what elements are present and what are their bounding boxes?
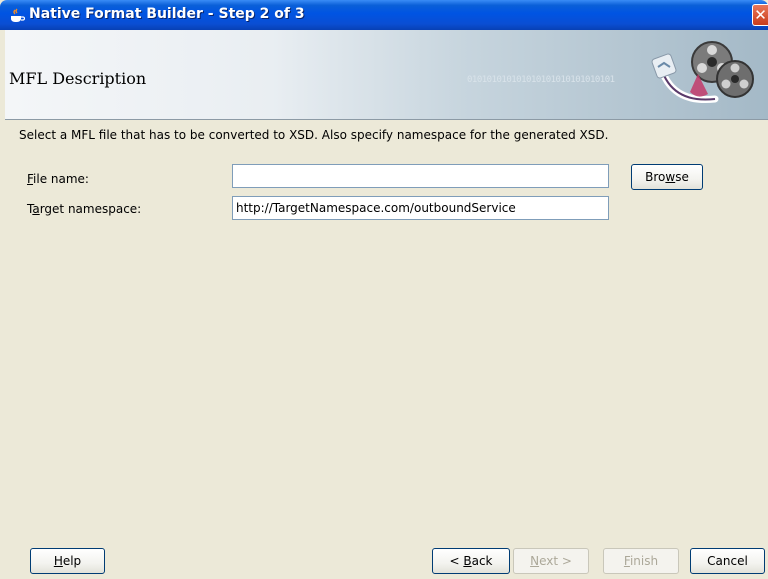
content-panel: Select a MFL file that has to be convert… (5, 120, 768, 540)
film-reel-icon (651, 41, 754, 104)
header-banner: 010101010101010101010101010101 MFL Descr… (5, 30, 768, 120)
cancel-button[interactable]: Cancel (690, 548, 765, 574)
finish-button[interactable]: Finish (603, 548, 679, 574)
title-bar[interactable]: Native Format Builder - Step 2 of 3 ✕ (0, 0, 768, 30)
back-button[interactable]: < Back (432, 548, 510, 574)
file-name-input[interactable] (232, 164, 609, 188)
binary-pattern: 010101010101010101010101010101 (467, 75, 615, 85)
target-namespace-label: Target namespace: (27, 202, 142, 216)
next-button[interactable]: Next > (513, 548, 589, 574)
native-format-builder-dialog: Native Format Builder - Step 2 of 3 ✕ 01… (0, 0, 768, 579)
close-icon[interactable]: ✕ (752, 4, 768, 26)
file-name-label: File name: (27, 172, 89, 186)
page-title: MFL Description (9, 69, 147, 88)
oracle-cup-icon (11, 8, 25, 22)
window-title: Native Format Builder - Step 2 of 3 (29, 6, 305, 22)
button-bar: Help < Back Next > Finish Cancel (0, 540, 768, 579)
target-namespace-input[interactable]: http://TargetNamespace.com/outboundServi… (232, 196, 609, 220)
help-button[interactable]: Help (30, 548, 105, 574)
browse-button[interactable]: Browse (631, 164, 703, 190)
instruction-text: Select a MFL file that has to be convert… (19, 128, 609, 142)
